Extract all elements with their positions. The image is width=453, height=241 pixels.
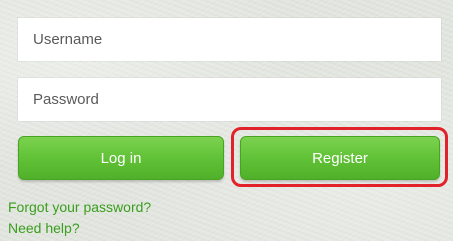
username-input[interactable] bbox=[18, 18, 441, 61]
forgot-password-link[interactable]: Forgot your password? bbox=[8, 199, 151, 215]
password-input[interactable] bbox=[18, 78, 441, 121]
login-panel: Log in Register Forgot your password? Ne… bbox=[0, 0, 453, 241]
need-help-link[interactable]: Need help? bbox=[8, 220, 80, 236]
login-button[interactable]: Log in bbox=[18, 136, 224, 180]
register-button[interactable]: Register bbox=[240, 136, 440, 180]
